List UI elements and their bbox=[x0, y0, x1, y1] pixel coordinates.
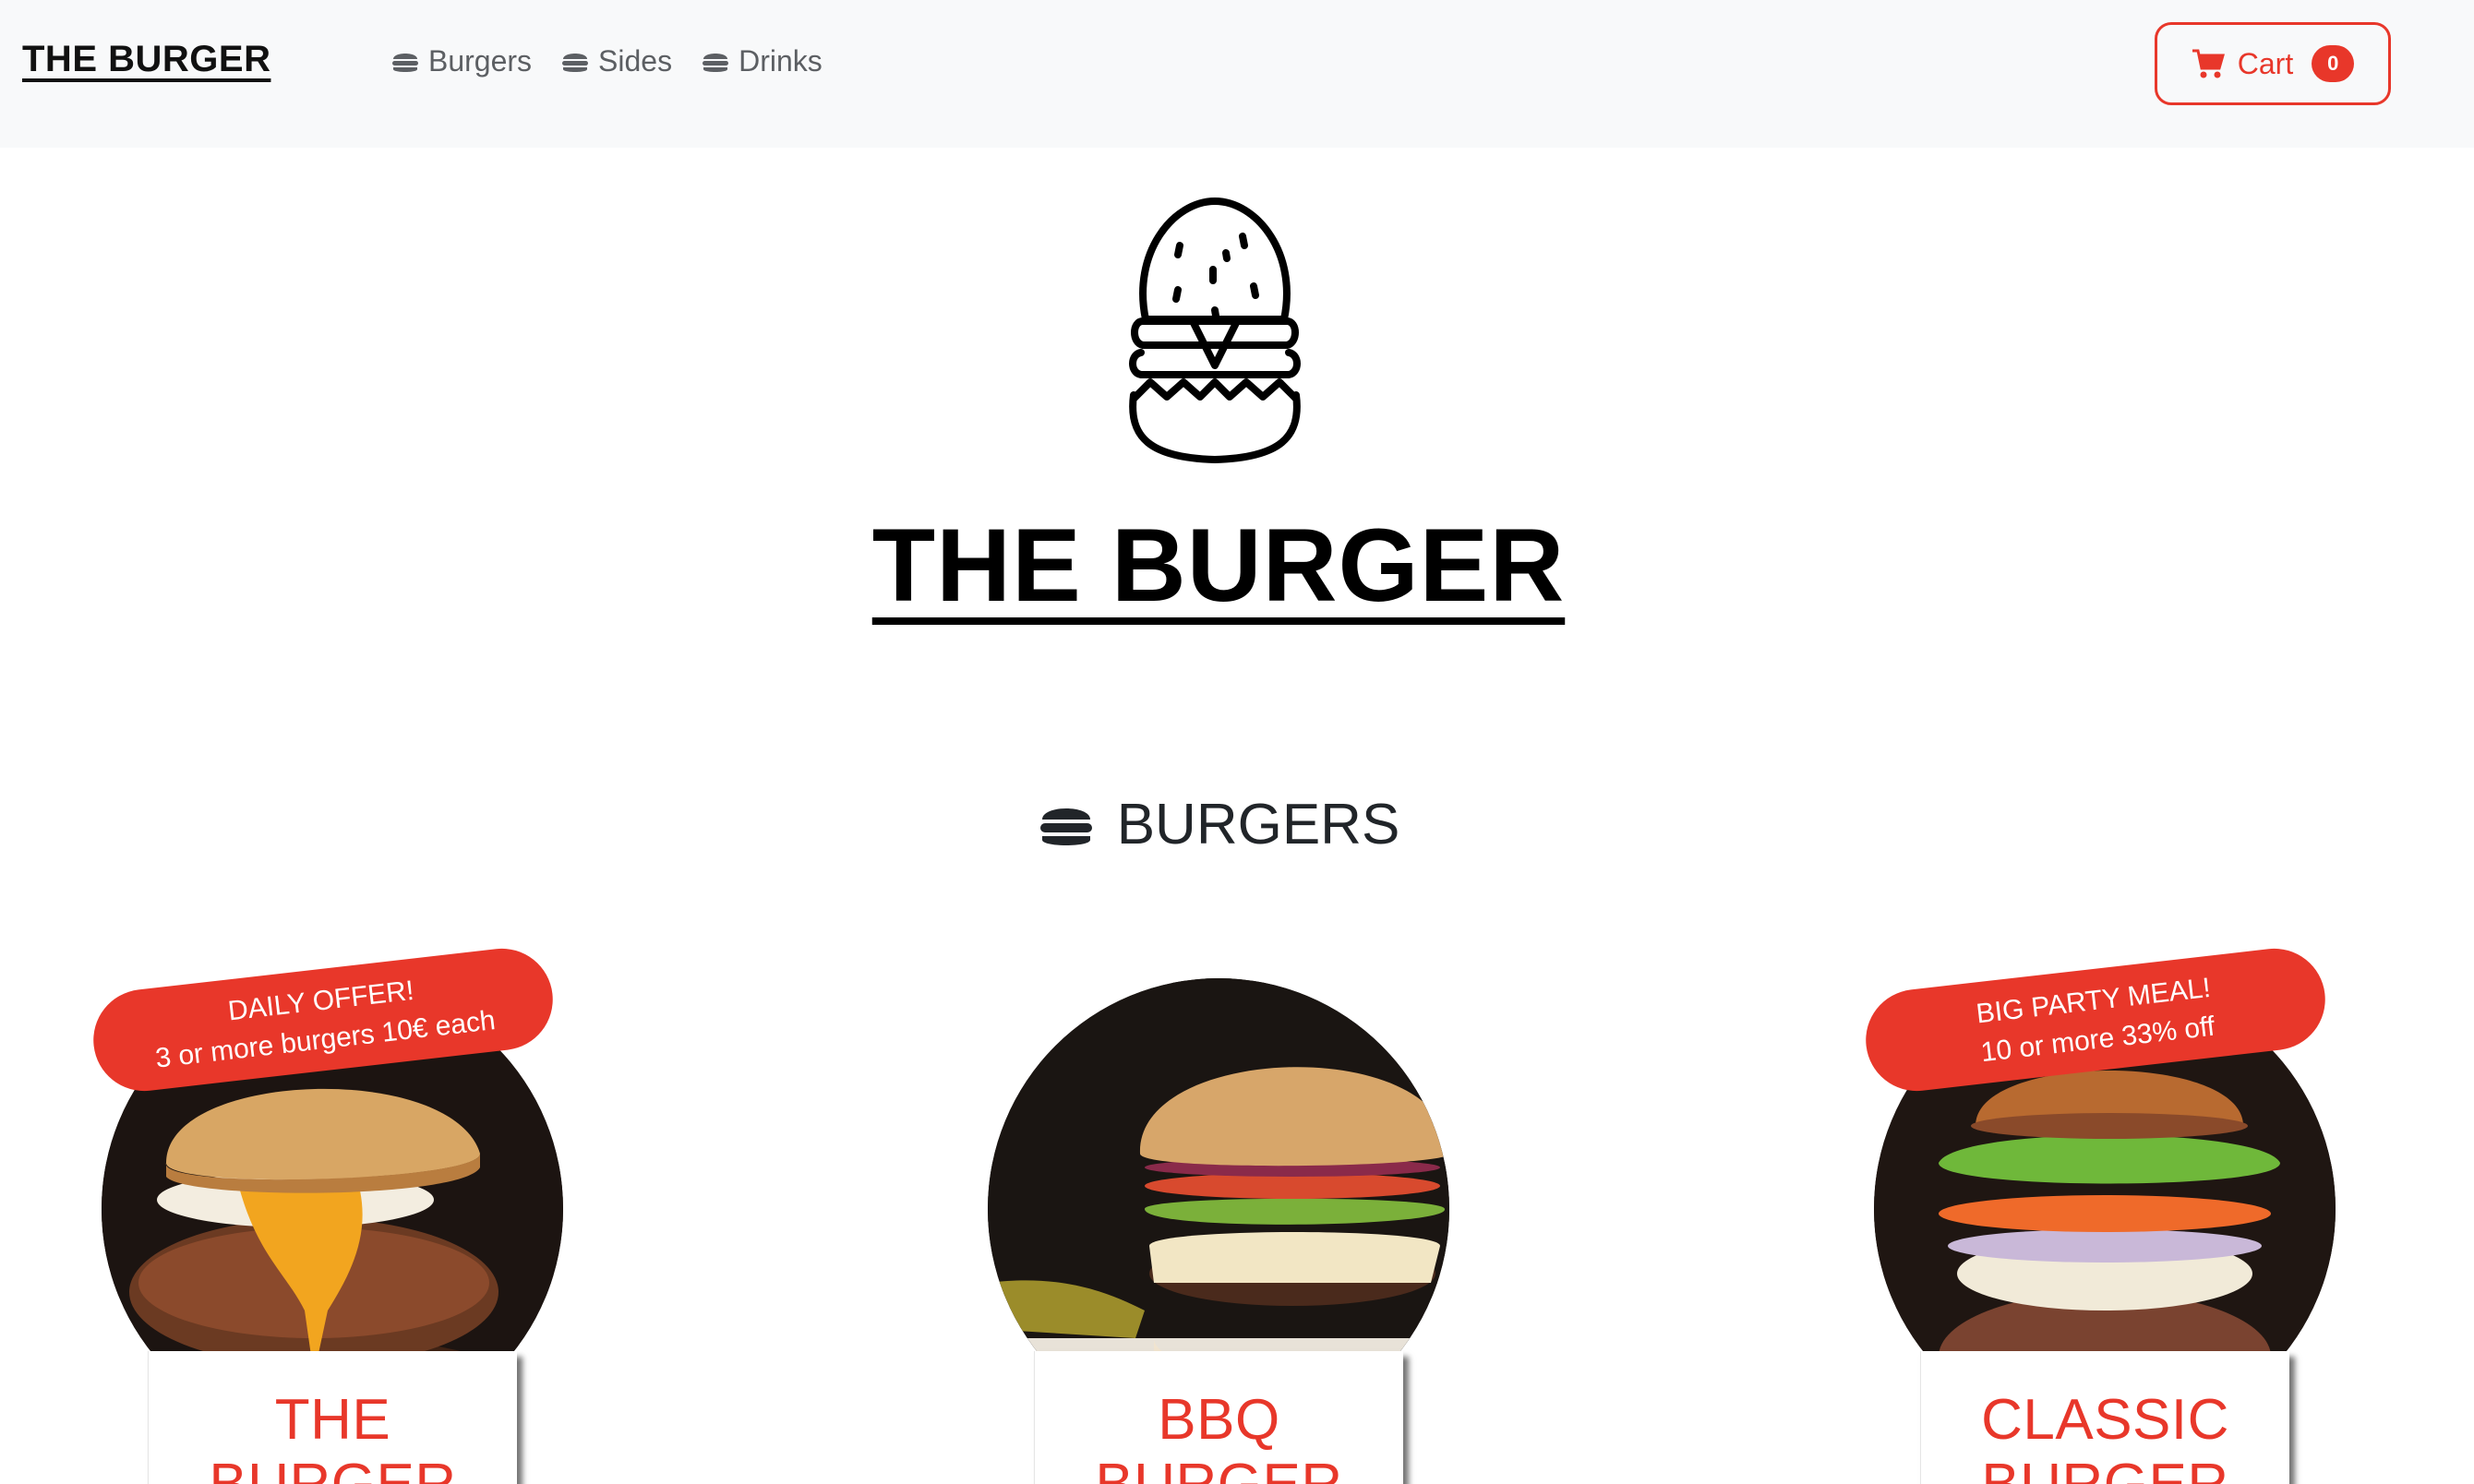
nav-link-burgers[interactable]: Burgers bbox=[391, 44, 532, 78]
hero-title-text[interactable]: THE BURGER bbox=[872, 508, 1565, 623]
product-name-box[interactable]: THE BURGER bbox=[148, 1351, 517, 1484]
product-name-line1: THE bbox=[274, 1388, 391, 1452]
nav-link-drinks[interactable]: Drinks bbox=[702, 44, 823, 78]
burger-icon bbox=[1039, 808, 1092, 845]
product-name-line2: BURGER bbox=[1921, 1453, 2289, 1484]
burger-icon bbox=[562, 53, 589, 72]
cart-icon bbox=[2192, 49, 2225, 78]
section-title-text: BURGERS bbox=[1116, 793, 1400, 856]
navbar: THE BURGER Burgers Sides Drinks Cart 0 bbox=[0, 0, 2474, 148]
burger-icon bbox=[703, 53, 729, 72]
product-name-line2: BURGER bbox=[149, 1453, 517, 1484]
product-name-line2: BURGER bbox=[1035, 1453, 1403, 1484]
product-card-the-burger[interactable]: DAILY OFFER! 3 or more burgers 10€ each … bbox=[88, 943, 563, 1484]
product-name-line1: BBQ bbox=[1158, 1388, 1280, 1452]
cart-button[interactable]: Cart 0 bbox=[2155, 22, 2391, 105]
burger-logo-icon bbox=[1129, 197, 1301, 463]
brand-link[interactable]: THE BURGER bbox=[22, 39, 270, 80]
product-name-line1: CLASSIC bbox=[1981, 1388, 2229, 1452]
product-card-bbq-burger[interactable]: BBQ BURGER bbox=[988, 978, 1449, 1484]
cart-count-badge: 0 bbox=[2312, 45, 2355, 82]
nav-link-sides[interactable]: Sides bbox=[561, 44, 672, 78]
nav-link-label: Sides bbox=[598, 44, 673, 78]
nav-link-label: Burgers bbox=[428, 44, 533, 78]
hero-title: THE BURGER bbox=[0, 506, 2437, 625]
product-name-box[interactable]: BBQ BURGER bbox=[1034, 1351, 1403, 1484]
product-card-classic-burger[interactable]: BIG PARTY MEAL! 10 or more 33% off CLASS… bbox=[1860, 943, 2336, 1484]
section-heading: BURGERS bbox=[0, 792, 2437, 857]
product-name-box[interactable]: CLASSIC BURGER bbox=[1920, 1351, 2289, 1484]
burger-icon bbox=[392, 53, 418, 72]
nav-links: Burgers Sides Drinks bbox=[391, 44, 823, 78]
nav-link-label: Drinks bbox=[739, 44, 823, 78]
cart-label: Cart bbox=[2237, 46, 2294, 80]
